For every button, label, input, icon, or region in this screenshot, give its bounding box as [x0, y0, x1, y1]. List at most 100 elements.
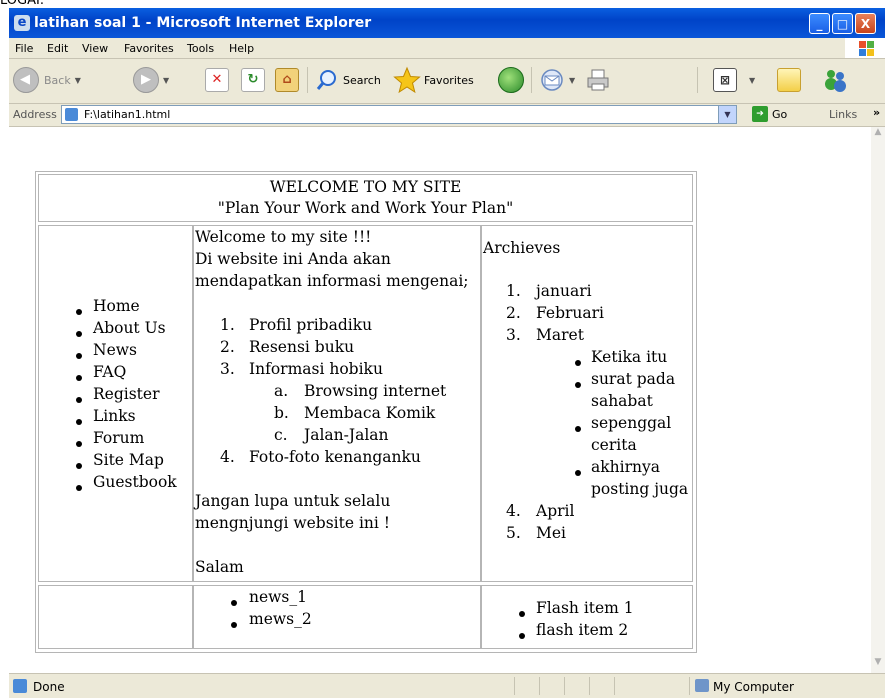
- chevron-down-icon: ▼: [749, 75, 756, 85]
- header-cell: WELCOME TO MY SITE "Plan Your Work and W…: [38, 174, 693, 222]
- sublist-item: Jalan-Jalan: [304, 426, 389, 444]
- print-icon: [587, 69, 609, 91]
- nav-home-link[interactable]: Home: [93, 297, 140, 315]
- print-button[interactable]: [585, 64, 611, 96]
- favorites-star-icon: [393, 66, 421, 94]
- ie-app-icon: e: [14, 15, 30, 31]
- media-button[interactable]: [498, 64, 524, 96]
- nav-guestbook-link[interactable]: Guestbook: [93, 473, 177, 491]
- chevron-down-icon: ▼: [74, 75, 81, 85]
- chevron-down-icon: ▼: [163, 75, 170, 85]
- discuss-button[interactable]: [777, 64, 801, 96]
- go-button[interactable]: ➔ Go: [752, 106, 787, 122]
- month-link[interactable]: Mei: [536, 524, 566, 542]
- forward-arrow-icon: [133, 67, 159, 93]
- nav-links-link[interactable]: Links: [93, 407, 136, 425]
- menu-file[interactable]: File: [15, 42, 33, 55]
- search-label: Search: [343, 73, 381, 87]
- sublist-item: Membaca Komik: [304, 404, 436, 422]
- maret-item: surat pada: [591, 370, 676, 388]
- flash-cell: [481, 585, 693, 649]
- sublist-item: Browsing internet: [304, 382, 447, 400]
- list-item: Resensi buku: [249, 338, 355, 356]
- forward-button[interactable]: ▼: [133, 64, 169, 96]
- nav-about-us-link[interactable]: About Us: [93, 319, 166, 337]
- site-title: WELCOME TO MY SITE: [269, 178, 462, 196]
- edit-icon: ⊠: [713, 68, 737, 92]
- address-bar: Address F:\latihan1.html ▼ ➔ Go Links »: [9, 104, 885, 127]
- window-title: latihan soal 1 - Microsoft Internet Expl…: [34, 15, 372, 31]
- list-item: Informasi hobiku: [249, 360, 383, 378]
- home-button[interactable]: ⌂: [275, 64, 299, 96]
- list-number: 2.: [220, 338, 235, 356]
- scroll-up-icon[interactable]: ▲: [872, 127, 884, 141]
- refresh-icon: ↻: [241, 68, 265, 92]
- my-computer-icon: [695, 679, 709, 692]
- page-done-icon: [13, 679, 27, 693]
- menu-edit[interactable]: Edit: [47, 42, 68, 55]
- go-label: Go: [772, 107, 788, 121]
- status-text: Done: [33, 680, 65, 694]
- minimize-button[interactable]: _: [809, 13, 830, 34]
- maret-item-continued: cerita: [591, 436, 637, 454]
- address-input[interactable]: F:\latihan1.html ▼: [61, 105, 737, 124]
- messenger-button[interactable]: [821, 64, 849, 96]
- nav-site-map-link[interactable]: Site Map: [93, 451, 164, 469]
- list-item: Foto-foto kenanganku: [249, 448, 421, 466]
- status-bar: Done My Computer: [9, 673, 885, 698]
- news-item[interactable]: news_1: [249, 588, 307, 606]
- close-button[interactable]: X: [855, 13, 876, 34]
- messenger-icon: [825, 70, 846, 92]
- chevron-down-icon: ▼: [569, 75, 576, 85]
- menu-view[interactable]: View: [82, 42, 108, 55]
- closing-line: Jangan lupa untuk selalu: [195, 492, 391, 510]
- closing-line: mengnjungi website ini !: [195, 514, 390, 532]
- mail-button[interactable]: ▼: [539, 64, 575, 96]
- maret-item: akhirnya: [591, 458, 660, 476]
- refresh-button[interactable]: ↻: [241, 64, 265, 96]
- title-bar[interactable]: e latihan soal 1 - Microsoft Internet Ex…: [9, 8, 885, 38]
- month-number: 2.: [506, 304, 521, 322]
- intro-line: mendapatkan informasi mengenai;: [195, 272, 469, 290]
- intro-line: Di website ini Anda akan: [195, 250, 391, 268]
- stop-icon: ✕: [205, 68, 229, 92]
- menu-favorites[interactable]: Favorites: [124, 42, 174, 55]
- nav-faq-link[interactable]: FAQ: [93, 363, 126, 381]
- month-link[interactable]: April: [536, 502, 574, 520]
- back-arrow-icon: [13, 67, 39, 93]
- home-icon: ⌂: [275, 68, 299, 92]
- news-cell: [193, 585, 481, 649]
- maximize-button[interactable]: □: [832, 13, 853, 34]
- address-dropdown-icon[interactable]: ▼: [718, 106, 736, 123]
- maret-item: Ketika itu: [591, 348, 668, 366]
- go-arrow-icon: ➔: [752, 106, 768, 122]
- site-tagline: "Plan Your Work and Work Your Plan": [217, 199, 514, 217]
- month-link[interactable]: Maret: [536, 326, 584, 344]
- nav-news-link[interactable]: News: [93, 341, 137, 359]
- vertical-scrollbar[interactable]: ▲ ▼: [871, 127, 885, 673]
- search-button[interactable]: Search: [315, 64, 381, 96]
- back-button[interactable]: Back ▼: [13, 64, 81, 96]
- stop-button[interactable]: ✕: [205, 64, 229, 96]
- news-item[interactable]: mews_2: [249, 610, 312, 628]
- menu-help[interactable]: Help: [229, 42, 254, 55]
- favorites-button[interactable]: Favorites: [393, 64, 474, 96]
- windows-logo-icon: [845, 38, 885, 58]
- sublist-letter: c.: [274, 426, 288, 444]
- menu-tools[interactable]: Tools: [187, 42, 214, 55]
- month-link[interactable]: Februari: [536, 304, 604, 322]
- mail-icon: [541, 69, 563, 91]
- links-more-button[interactable]: »: [873, 106, 880, 119]
- edit-button[interactable]: ⊠ ▼: [713, 64, 755, 96]
- address-value: F:\latihan1.html: [84, 108, 171, 121]
- page-icon: [65, 108, 78, 121]
- folder-icon: [777, 68, 801, 92]
- nav-forum-link[interactable]: Forum: [93, 429, 144, 447]
- flash-item: Flash item 1: [536, 599, 634, 617]
- list-number: 4.: [220, 448, 235, 466]
- list-number: 1.: [220, 316, 235, 334]
- scroll-down-icon[interactable]: ▼: [872, 657, 884, 671]
- links-label[interactable]: Links: [829, 108, 857, 121]
- month-link[interactable]: januari: [536, 282, 592, 300]
- nav-register-link[interactable]: Register: [93, 385, 160, 403]
